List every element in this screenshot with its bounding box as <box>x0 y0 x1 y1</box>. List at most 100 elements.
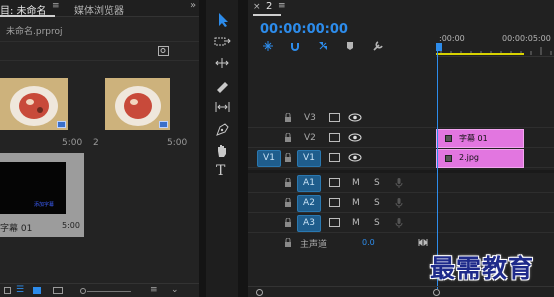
track-row-v3: V3 <box>248 109 554 128</box>
item-duration: 5:00 <box>62 138 83 148</box>
track-label-v1[interactable]: V1 <box>297 150 321 167</box>
track-label-v2[interactable]: V2 <box>304 133 316 143</box>
time-ruler[interactable]: :00:00 00:00:05:00 <box>436 25 554 57</box>
lock-icon[interactable] <box>284 133 292 142</box>
image-badge-icon <box>57 121 66 128</box>
track-divider[interactable] <box>248 170 554 173</box>
type-tool-icon[interactable]: T <box>216 163 225 179</box>
project-bottom-bar: ☰ ≡ ⌄ <box>0 283 199 297</box>
track-label-v3[interactable]: V3 <box>304 113 316 123</box>
item-duration: 5:00 <box>62 221 80 230</box>
tab-menu-icon[interactable]: ≡ <box>52 1 60 11</box>
zoom-slider-handle[interactable] <box>80 288 86 294</box>
clip-label: 字幕 01 <box>459 134 488 143</box>
track-select-tool-icon[interactable] <box>214 36 231 48</box>
sync-lock-icon[interactable] <box>329 178 340 187</box>
track-row-v2: V2 字幕 01 <box>248 129 554 148</box>
microphone-icon[interactable] <box>395 177 403 189</box>
sequence-tab[interactable]: 2 <box>266 1 272 12</box>
mute-button[interactable]: M <box>352 218 360 228</box>
sync-lock-icon[interactable] <box>329 153 340 162</box>
sync-lock-icon[interactable] <box>329 218 340 227</box>
project-filename: 未命名.prproj <box>6 27 63 37</box>
selected-item-tile[interactable]: 添加字幕 字幕 01 5:00 <box>0 153 84 237</box>
freeform-view-icon[interactable] <box>53 287 63 294</box>
add-marker-icon[interactable] <box>345 40 355 52</box>
eye-icon[interactable] <box>348 153 362 162</box>
close-icon[interactable]: × <box>253 2 261 12</box>
microphone-icon[interactable] <box>395 197 403 209</box>
track-row-v1: V1 V1 2.jpg <box>248 149 554 168</box>
master-volume-value[interactable]: 0.0 <box>362 238 375 247</box>
eye-icon[interactable] <box>348 113 362 122</box>
clip-image[interactable]: 2.jpg <box>436 149 524 168</box>
lock-icon[interactable] <box>284 218 292 227</box>
solo-button[interactable]: S <box>374 218 380 228</box>
sync-lock-icon[interactable] <box>329 113 340 122</box>
playhead-timecode[interactable]: 00:00:00:00 <box>260 22 348 37</box>
selection-tool-icon[interactable] <box>214 12 231 28</box>
media-thumbnail[interactable] <box>105 78 170 130</box>
solo-button[interactable]: S <box>374 178 380 188</box>
master-track-label: 主声道 <box>300 240 328 250</box>
snap-icon[interactable] <box>289 40 301 52</box>
hand-tool-icon[interactable] <box>214 143 231 159</box>
timeline-scrollbar[interactable] <box>248 286 554 297</box>
track-row-a1: A1 M S <box>248 174 554 193</box>
scroll-handle-left[interactable] <box>256 289 263 296</box>
icon-view-icon[interactable] <box>33 287 41 294</box>
pen-tool-icon[interactable] <box>214 121 231 137</box>
sort-icon[interactable]: ≡ <box>150 285 158 295</box>
mute-button[interactable]: M <box>352 198 360 208</box>
track-label-a1[interactable]: A1 <box>297 175 321 192</box>
track-label-a2[interactable]: A2 <box>297 195 321 212</box>
nest-sequence-icon[interactable] <box>262 40 274 52</box>
lock-icon[interactable] <box>284 113 292 122</box>
item-name: 字幕 01 <box>0 224 33 234</box>
lock-icon[interactable] <box>284 178 292 187</box>
project-panel: 目: 未命名 ≡ 媒体浏览器 » 未命名.prproj 5:00 2 5:00 … <box>0 0 199 297</box>
list-view-icon[interactable]: ☰ <box>16 285 24 295</box>
ripple-edit-tool-icon[interactable] <box>214 57 231 69</box>
source-patch-v1[interactable]: V1 <box>257 150 281 167</box>
sync-lock-icon[interactable] <box>329 198 340 207</box>
lock-icon[interactable] <box>284 198 292 207</box>
microphone-icon[interactable] <box>395 217 403 229</box>
tab-active-indicator <box>253 14 281 16</box>
scroll-handle-right[interactable] <box>433 289 440 296</box>
solo-button[interactable]: S <box>374 198 380 208</box>
project-tab-bar: 目: 未命名 ≡ 媒体浏览器 » <box>0 0 199 17</box>
zoom-slider-track[interactable] <box>87 291 131 292</box>
mute-button[interactable]: M <box>352 178 360 188</box>
track-label-a3[interactable]: A3 <box>297 215 321 232</box>
timeline-settings-icon[interactable] <box>372 40 384 52</box>
tab-menu-icon[interactable]: ≡ <box>278 1 286 11</box>
lock-icon[interactable] <box>284 153 292 162</box>
tab-media-browser[interactable]: 媒体浏览器 <box>74 2 124 17</box>
caption-thumb-text: 添加字幕 <box>34 202 55 208</box>
panel-more-icon[interactable]: » <box>190 0 196 11</box>
eye-icon[interactable] <box>348 133 362 142</box>
caption-thumbnail: 添加字幕 <box>0 162 66 214</box>
clip-fx-icon <box>445 135 452 142</box>
panel-divider[interactable] <box>238 0 248 297</box>
timeline-tab-bar: × 2 ≡ <box>248 0 554 16</box>
lock-icon[interactable] <box>284 238 292 247</box>
razor-tool-icon[interactable] <box>214 79 231 93</box>
slip-tool-icon[interactable] <box>214 101 231 113</box>
watermark-logo: 最需教育 <box>430 254 535 283</box>
clip-caption[interactable]: 字幕 01 <box>436 129 524 148</box>
sync-lock-icon[interactable] <box>329 133 340 142</box>
ruler-end-label: 00:00:05:00 <box>502 34 551 43</box>
new-search-bin-icon[interactable] <box>158 46 169 56</box>
clip-label: 2.jpg <box>459 153 480 162</box>
chevron-down-icon[interactable]: ⌄ <box>171 285 179 295</box>
track-row-a2: A2 M S <box>248 194 554 213</box>
media-thumbnail[interactable] <box>0 78 68 130</box>
go-to-end-icon[interactable] <box>418 238 428 247</box>
work-area-bar[interactable] <box>436 53 524 55</box>
panel-divider[interactable] <box>199 0 206 297</box>
lock-bin-icon[interactable] <box>4 287 11 294</box>
linked-selection-icon[interactable] <box>317 40 329 52</box>
clip-fx-icon <box>445 155 452 162</box>
